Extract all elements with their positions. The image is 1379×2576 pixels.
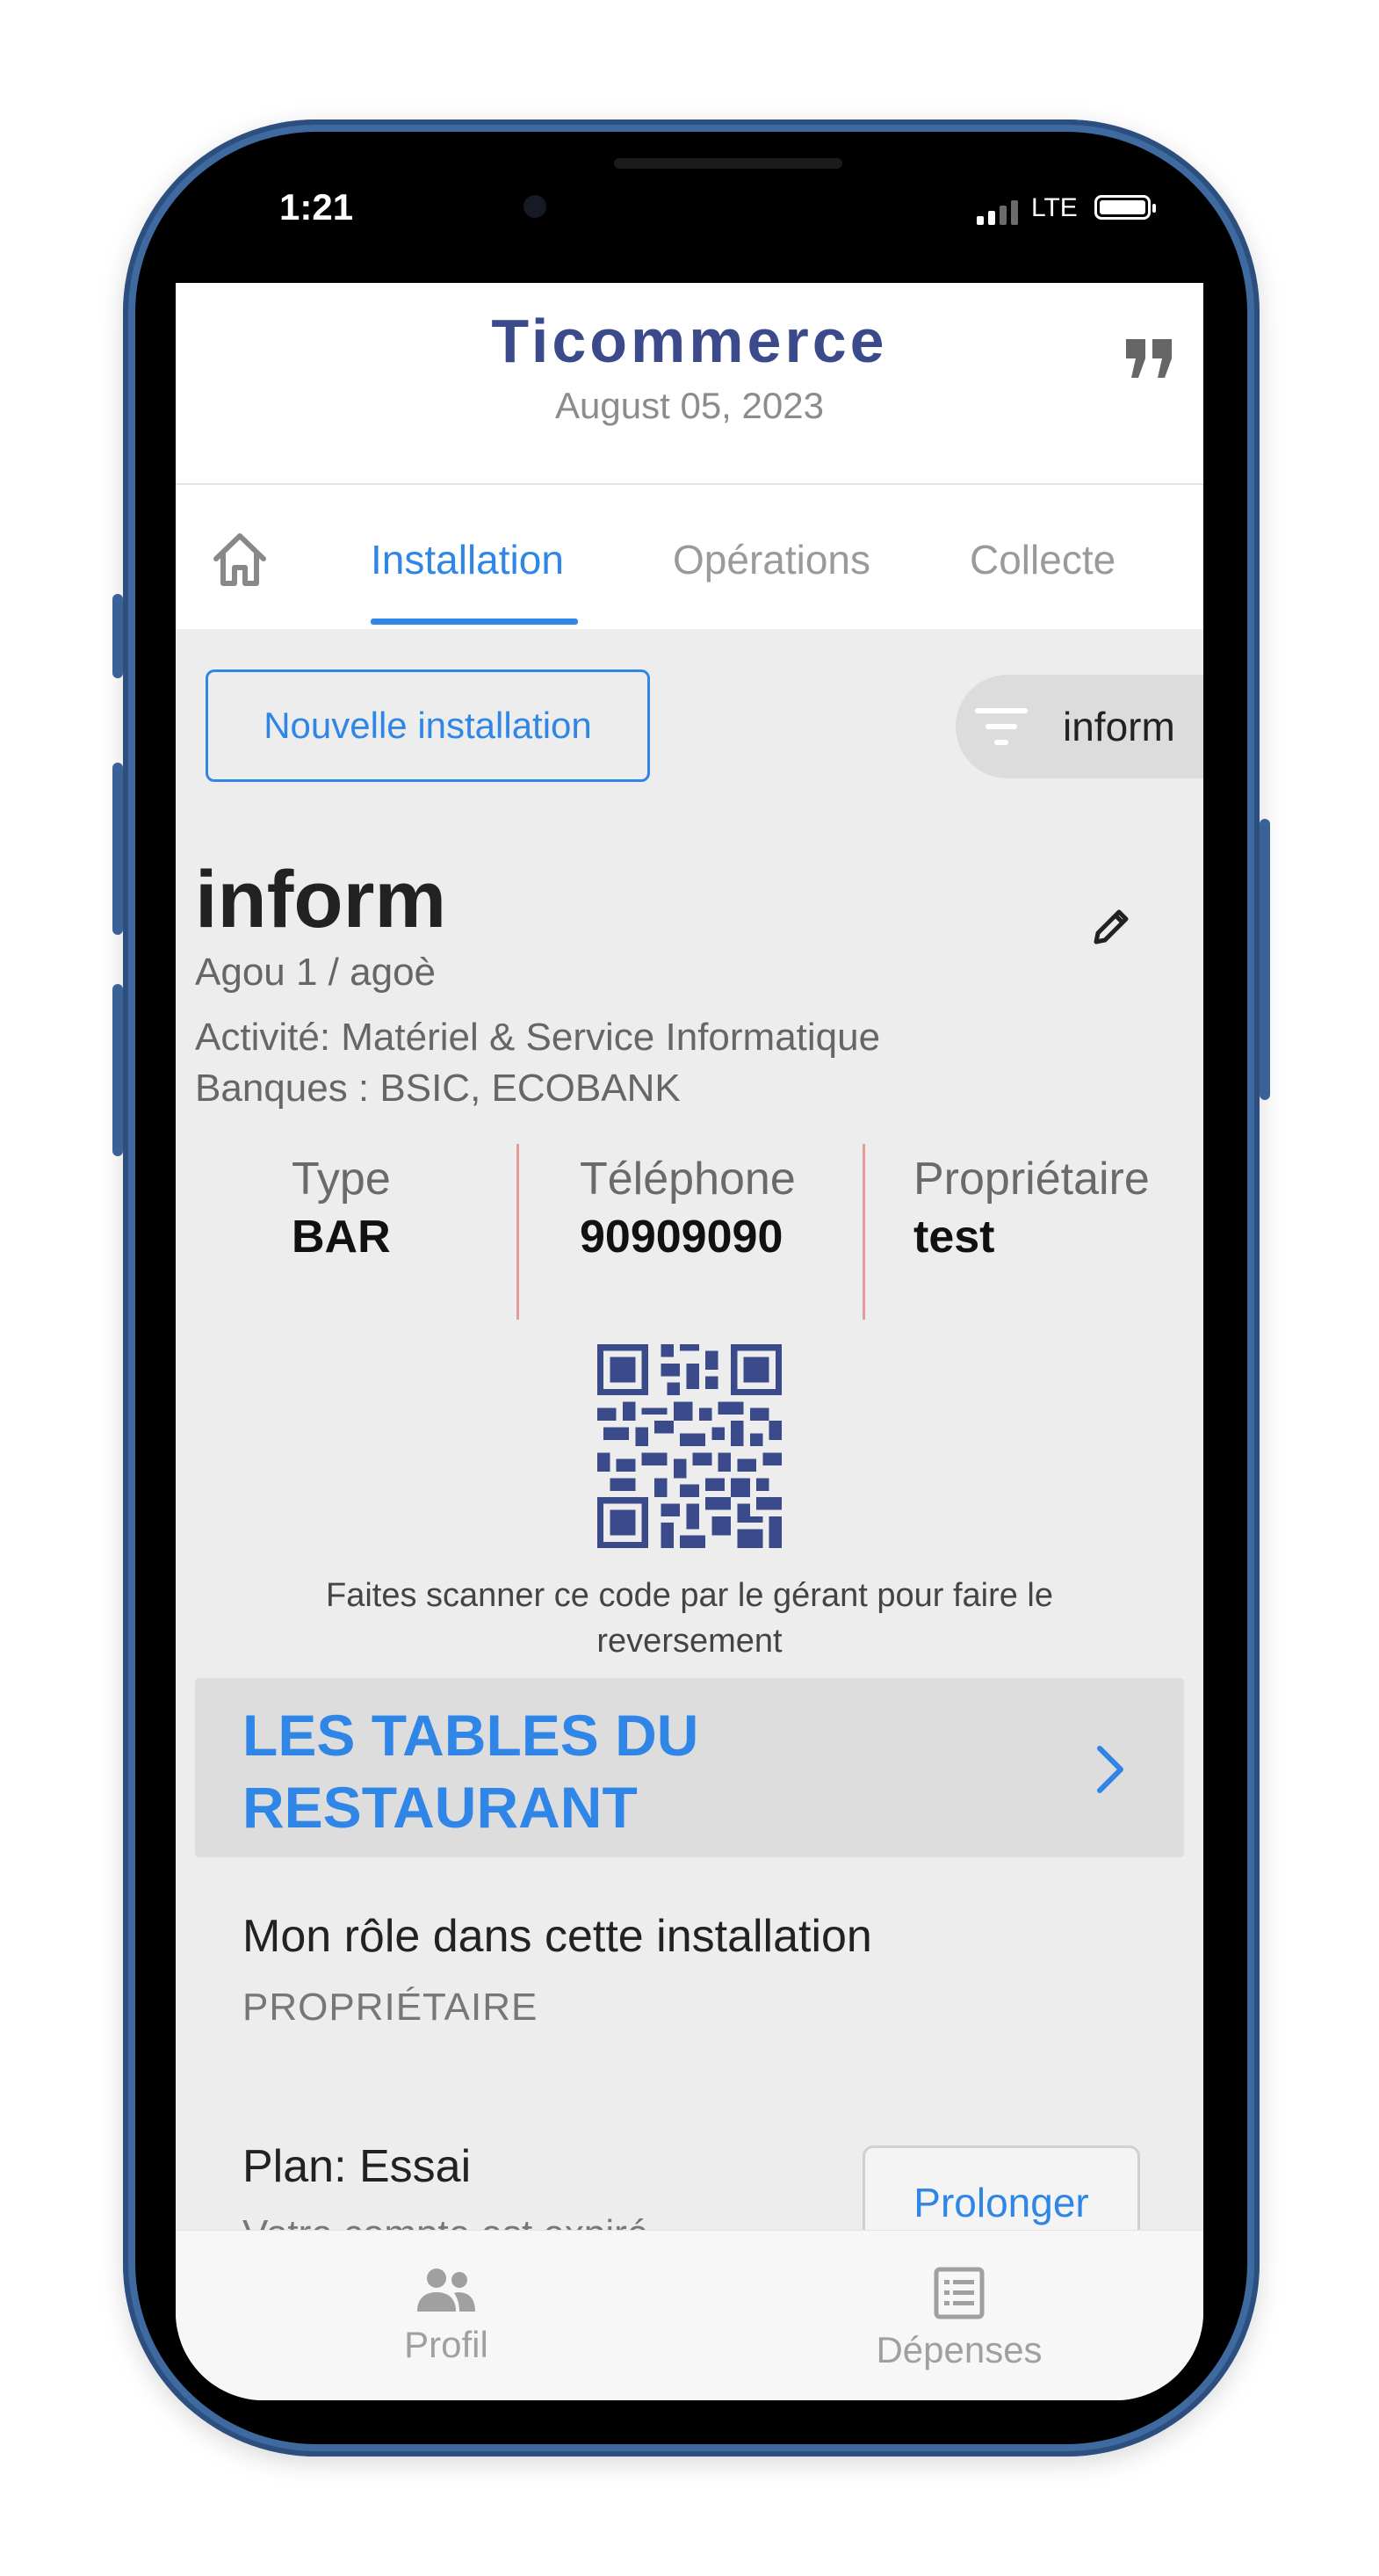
active-tab-indicator	[371, 619, 578, 625]
filter-icon	[975, 708, 1028, 745]
info-phone: Téléphone 90909090	[580, 1153, 796, 1263]
status-bar: 1:21 LTE	[0, 176, 1379, 228]
role-title: Mon rôle dans cette installation	[242, 1911, 872, 1962]
info-phone-label: Téléphone	[580, 1154, 796, 1205]
installation-location: Agou 1 / agoè	[195, 951, 437, 994]
info-divider	[863, 1144, 865, 1320]
nav-profil[interactable]: Profil	[376, 2266, 516, 2366]
front-camera	[523, 195, 546, 218]
speaker-grille	[614, 158, 842, 169]
app-screen: Ticommerce August 05, 2023 Installation …	[176, 283, 1203, 2400]
filter-chip[interactable]: inform	[956, 675, 1203, 778]
installation-name: inform	[195, 855, 447, 944]
role-value: PROPRIÉTAIRE	[242, 1986, 538, 2029]
bottom-nav: Profil Dépenses	[176, 2230, 1203, 2400]
info-type-label: Type	[292, 1154, 391, 1205]
header-date: August 05, 2023	[555, 385, 824, 426]
app-title: Ticommerce	[491, 307, 888, 375]
restaurant-tables-card[interactable]: LES TABLES DU RESTAURANT	[195, 1678, 1184, 1857]
silent-switch	[112, 594, 123, 678]
tab-bar: Installation Opérations Collecte	[176, 485, 1203, 629]
info-owner-label: Propriétaire	[913, 1154, 1150, 1205]
tab-operations[interactable]: Opérations	[673, 536, 870, 583]
power-button	[1260, 819, 1270, 1100]
info-divider	[516, 1144, 519, 1320]
volume-up-button	[112, 763, 123, 935]
tab-installation[interactable]: Installation	[371, 536, 564, 583]
qr-caption: Faites scanner ce code par le gérant pou…	[325, 1577, 1054, 1660]
restaurant-tables-line2: RESTAURANT	[242, 1775, 638, 1840]
info-type: Type BAR	[292, 1153, 391, 1263]
new-installation-button[interactable]: Nouvelle installation	[206, 669, 650, 782]
filter-value: inform	[1063, 704, 1175, 749]
people-icon	[417, 2268, 475, 2312]
info-owner-value: test	[913, 1212, 995, 1263]
plan-title: Plan: Essai	[242, 2141, 472, 2192]
edit-pencil-icon[interactable]	[1089, 903, 1135, 949]
signal-icon	[977, 200, 1018, 225]
status-time: 1:21	[279, 186, 354, 228]
volume-down-button	[112, 984, 123, 1156]
qr-code	[596, 1344, 783, 1548]
info-owner: Propriétaire test	[913, 1153, 1150, 1263]
installation-activity: Activité: Matériel & Service Informatiqu…	[195, 1016, 881, 1059]
network-label: LTE	[1031, 193, 1078, 222]
tab-collecte[interactable]: Collecte	[970, 536, 1115, 583]
quote-icon[interactable]	[1124, 337, 1173, 381]
battery-icon	[1094, 195, 1156, 220]
app-header: Ticommerce August 05, 2023	[176, 283, 1203, 485]
list-icon	[934, 2267, 985, 2319]
home-icon[interactable]	[209, 529, 271, 590]
info-type-value: BAR	[292, 1212, 391, 1263]
restaurant-tables-title: LES TABLES DU RESTAURANT	[242, 1699, 857, 1843]
restaurant-tables-line1: LES TABLES DU	[242, 1703, 699, 1768]
nav-depenses-label: Dépenses	[876, 2329, 1043, 2370]
nav-profil-label: Profil	[404, 2324, 488, 2365]
installation-banks: Banques : BSIC, ECOBANK	[195, 1067, 681, 1110]
chevron-right-icon	[1097, 1746, 1123, 1793]
info-phone-value: 90909090	[580, 1212, 783, 1263]
nav-depenses[interactable]: Dépenses	[863, 2266, 1056, 2371]
